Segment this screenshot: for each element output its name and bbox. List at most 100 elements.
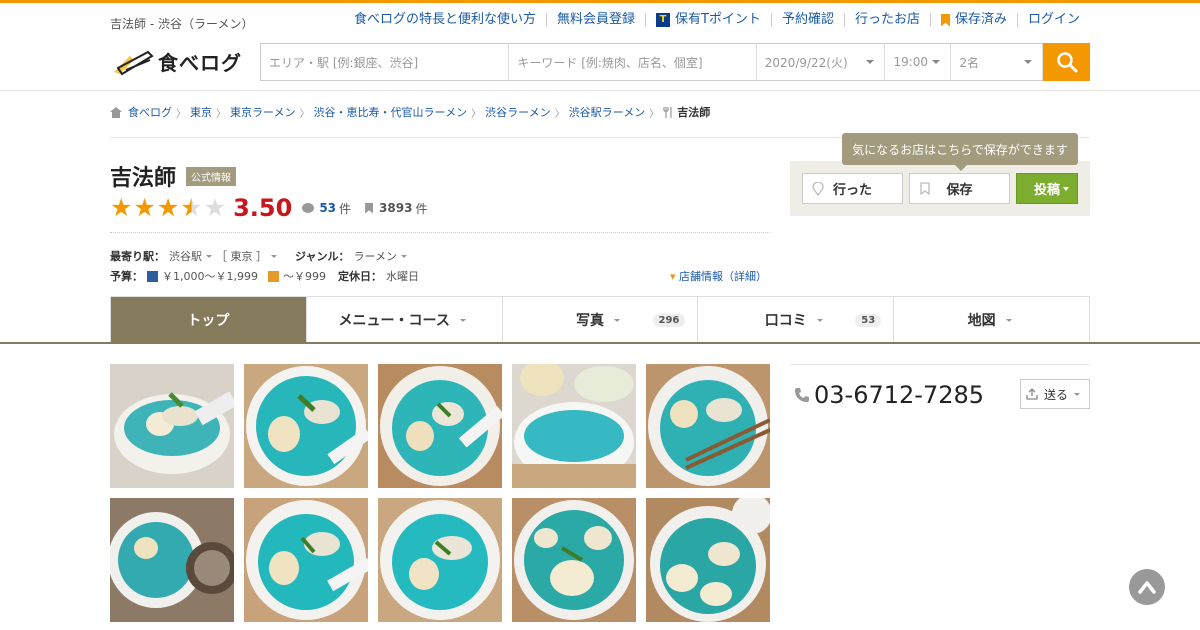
chevron-down-icon xyxy=(1024,60,1033,64)
star-half-icon: ★ xyxy=(180,193,203,222)
page-caption: 吉法師 - 渋谷（ラーメン） xyxy=(110,17,254,31)
bookmark-icon xyxy=(920,182,930,195)
review-count-badge: 53 xyxy=(855,314,882,327)
chevron-down-icon xyxy=(866,60,875,64)
tab-top[interactable]: トップ xyxy=(111,297,306,343)
official-info-badge[interactable]: 公式情報 xyxy=(186,166,237,186)
breadcrumb-current: 吉法師 xyxy=(677,106,711,119)
top-nav: 食べログの特長と便利な使い方 無料会員登録 T 保有Tポイント 予約確認 行ったお… xyxy=(344,13,1090,27)
chevron-down-icon xyxy=(613,318,620,322)
tab-photos[interactable]: 写真 296 xyxy=(501,297,698,343)
bookmark-icon xyxy=(940,13,950,27)
nav-features-link[interactable]: 食べログの特長と便利な使い方 xyxy=(344,13,546,27)
shop-tabs: トップ メニュー・コース 写真 296 口コミ 53 地図 xyxy=(110,296,1090,343)
tab-menu[interactable]: メニュー・コース xyxy=(305,297,502,343)
ramen-photo[interactable] xyxy=(646,364,770,488)
search-button[interactable] xyxy=(1043,43,1090,81)
station-line: ［ 東京 ］ xyxy=(216,250,267,263)
tab-underline xyxy=(0,342,1200,344)
location-pin-icon xyxy=(812,182,824,196)
restaurant-icon xyxy=(663,106,672,118)
chevron-down-icon xyxy=(401,254,408,258)
bookmark-icon xyxy=(365,202,374,214)
star-empty-icon: ★ xyxy=(203,193,227,222)
lunch-icon xyxy=(267,270,279,282)
search-bar: エリア・駅 [例:銀座、渋谷] キーワード [例:焼肉、店名、個室] 2020/… xyxy=(260,43,1090,81)
phone-number[interactable]: 03-6712-7285 xyxy=(794,381,984,409)
ramen-photo[interactable] xyxy=(378,364,502,488)
ramen-photo[interactable] xyxy=(512,364,636,488)
nav-tpoint-link[interactable]: T 保有Tポイント xyxy=(644,13,771,27)
chevron-down-icon xyxy=(932,60,941,64)
tab-reviews[interactable]: 口コミ 53 xyxy=(697,297,894,343)
chevron-down-icon xyxy=(1063,187,1069,191)
chevron-down-icon xyxy=(271,254,277,258)
went-button[interactable]: 行った xyxy=(802,173,903,204)
area-search-input[interactable]: エリア・駅 [例:銀座、渋谷] xyxy=(261,44,510,80)
contact-panel: 03-6712-7285 送る xyxy=(790,364,1090,409)
station-genre-row: 最寄り駅： 渋谷駅 ［ 東京 ］ ジャンル： ラーメン xyxy=(110,248,411,264)
station-link[interactable]: 渋谷駅 xyxy=(169,248,202,264)
breadcrumb-item[interactable]: 食べログ xyxy=(128,104,172,120)
share-icon xyxy=(1026,388,1038,400)
search-icon xyxy=(1056,52,1078,73)
nav-saved-link[interactable]: 保存済み xyxy=(929,13,1017,27)
ramen-photo[interactable] xyxy=(244,364,368,488)
review-count-link[interactable]: 53 件 xyxy=(302,200,351,217)
dinner-icon xyxy=(147,270,158,282)
scroll-to-top-button[interactable] xyxy=(1129,569,1165,605)
breadcrumb: 食べログ〉 東京〉 東京ラーメン〉 渋谷・恵比寿・代官山ラーメン〉 渋谷ラーメン… xyxy=(110,104,710,120)
nav-register-link[interactable]: 無料会員登録 xyxy=(545,13,645,27)
shop-detail-link[interactable]: ▾ 店舗情報（詳細） xyxy=(670,268,767,284)
budget-lunch: ～￥999 xyxy=(282,270,326,283)
people-select[interactable]: 2名 xyxy=(951,44,1044,80)
tab-map[interactable]: 地図 xyxy=(893,297,1089,343)
breadcrumb-item[interactable]: 渋谷駅ラーメン xyxy=(569,104,646,120)
chevron-down-icon xyxy=(206,254,212,258)
budget-row: 予算： ￥1,000～￥1,999 ～￥999 定休日： 水曜日 xyxy=(110,270,419,283)
arrow-down-icon: ▾ xyxy=(670,270,680,283)
save-button[interactable]: 保存 xyxy=(909,173,1010,204)
ramen-photo[interactable] xyxy=(378,498,502,622)
holiday: 水曜日 xyxy=(385,270,419,283)
ramen-photo[interactable] xyxy=(646,498,770,622)
dotted-divider xyxy=(110,232,770,233)
date-select[interactable]: 2020/9/22(火) xyxy=(757,44,886,80)
tabelog-logo[interactable]: 食べログ xyxy=(112,47,242,76)
breadcrumb-item[interactable]: 渋谷・恵比寿・代官山ラーメン xyxy=(314,104,468,120)
ramen-photo[interactable] xyxy=(512,498,636,622)
save-tooltip: 気になるお店はこちらで保存ができます xyxy=(842,133,1078,171)
post-button[interactable]: 投稿 xyxy=(1016,173,1078,204)
nav-visited-link[interactable]: 行ったお店 xyxy=(843,13,930,27)
star-rating: ★ ★ ★ ★ ★ xyxy=(110,195,227,221)
ramen-photo[interactable] xyxy=(110,364,234,488)
arrow-up-icon xyxy=(1138,581,1156,594)
t-point-icon: T xyxy=(655,13,670,27)
keyword-search-input[interactable]: キーワード [例:焼肉、店名、個室] xyxy=(509,44,757,80)
star-full-icon: ★ xyxy=(110,193,133,222)
breadcrumb-item[interactable]: 東京 xyxy=(190,104,212,120)
chevron-down-icon xyxy=(1074,392,1080,396)
chevron-down-icon xyxy=(816,318,823,322)
logo-text: 食べログ xyxy=(158,51,242,75)
rating-score: 3.50 xyxy=(233,194,293,222)
phone-icon xyxy=(795,388,809,402)
comment-icon xyxy=(302,203,315,213)
star-full-icon: ★ xyxy=(133,193,156,222)
ramen-photo[interactable] xyxy=(244,498,368,622)
time-select[interactable]: 19:00 xyxy=(885,44,952,80)
action-panel: 行った 保存 投稿 xyxy=(790,161,1090,216)
logo-mark-icon xyxy=(114,50,154,75)
ramen-photo[interactable] xyxy=(110,498,234,622)
shop-title-row: 吉法師 公式情報 xyxy=(110,160,237,192)
send-button[interactable]: 送る xyxy=(1020,379,1090,409)
nav-reservation-link[interactable]: 予約確認 xyxy=(770,13,844,27)
star-full-icon: ★ xyxy=(156,193,180,222)
genre-link[interactable]: ラーメン xyxy=(353,248,397,264)
breadcrumb-item[interactable]: 東京ラーメン xyxy=(230,104,296,120)
budget-dinner: ￥1,000～￥1,999 xyxy=(162,270,258,283)
rating-row: ★ ★ ★ ★ ★ 3.50 53 件 3893 件 xyxy=(110,194,441,222)
nav-login-link[interactable]: ログイン xyxy=(1016,13,1090,27)
breadcrumb-item[interactable]: 渋谷ラーメン xyxy=(485,104,551,120)
home-icon xyxy=(110,106,122,118)
